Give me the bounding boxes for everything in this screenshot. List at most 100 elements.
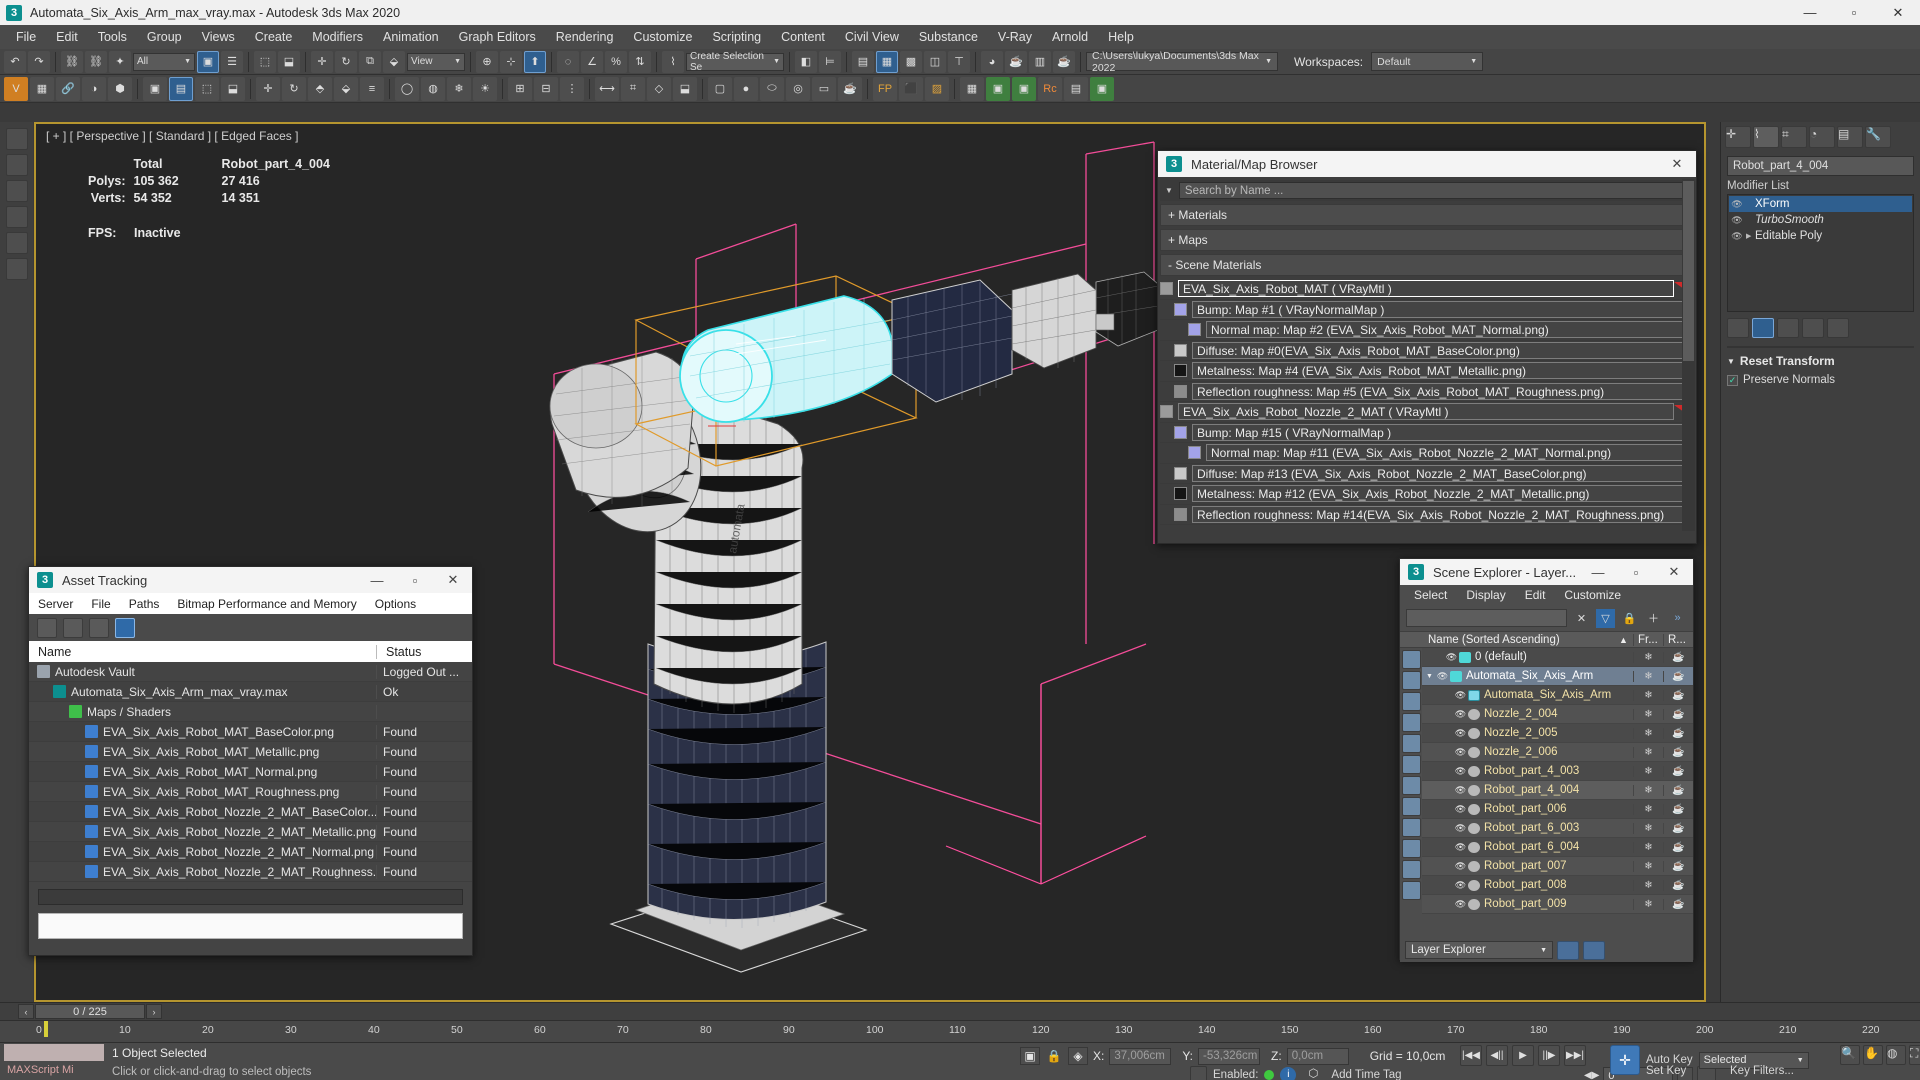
placement-tool-icon[interactable]: ⬙ [334, 76, 358, 101]
select-object-icon[interactable]: ▣ [197, 50, 219, 73]
column-name[interactable]: Name (Sorted Ascending) [1422, 634, 1619, 646]
selection-lock-region-icon[interactable]: ▣ [1020, 1047, 1040, 1065]
key-prev-next-icon[interactable]: ◀▶ [1584, 1070, 1599, 1080]
channel-info-icon[interactable]: ⌗ [621, 76, 645, 101]
select-object-tool-icon[interactable]: ▣ [143, 76, 167, 101]
more-options-icon[interactable]: » [1668, 609, 1687, 628]
grid-view-icon[interactable] [115, 617, 135, 638]
scene-explorer-row[interactable]: 👁 Robot_part_008 ❄ ☕ [1422, 876, 1693, 895]
snapshot-icon[interactable]: ⊟ [534, 76, 558, 101]
select-and-scale-icon[interactable]: ⧉ [359, 50, 381, 73]
percent-snap-icon[interactable]: % [605, 50, 627, 73]
material-row[interactable]: EVA_Six_Axis_Robot_MAT ( VRayMtl ) [1160, 279, 1694, 300]
close-button[interactable]: ✕ [1876, 0, 1920, 25]
scene-explorer-row[interactable]: 👁 Robot_part_006 ❄ ☕ [1422, 800, 1693, 819]
group-materials[interactable]: + Materials [1160, 204, 1694, 226]
eye-icon[interactable]: 👁 [1436, 671, 1449, 682]
eye-icon[interactable]: 👁 [1454, 728, 1467, 739]
frozen-toggle-icon[interactable]: ❄ [1633, 822, 1663, 834]
material-row[interactable]: Normal map: Map #2 (EVA_Six_Axis_Robot_M… [1160, 320, 1694, 341]
scene-explorer-row[interactable]: 👁 Robot_part_009 ❄ ☕ [1422, 895, 1693, 914]
fp-script-icon[interactable]: FP [873, 76, 897, 101]
renderable-toggle-icon[interactable]: ☕ [1663, 765, 1693, 777]
add-key-button[interactable]: ✛ [1610, 1045, 1640, 1075]
tab-create-icon[interactable]: ✛ [1725, 126, 1751, 148]
left-tool-5-icon[interactable] [5, 232, 28, 254]
go-to-start-button[interactable]: |◀◀ [1460, 1045, 1482, 1066]
frozen-toggle-icon[interactable]: ❄ [1633, 898, 1663, 910]
key-mode-icon[interactable] [1190, 1066, 1207, 1080]
cylinder-primitive-icon[interactable]: ⬭ [760, 76, 784, 101]
x-coordinate-field[interactable]: 37,006cm [1109, 1047, 1172, 1065]
se-menu-customize[interactable]: Customize [1564, 588, 1621, 602]
time-slider-marker[interactable] [44, 1021, 48, 1037]
menu-item-group[interactable]: Group [137, 25, 192, 49]
coordinate-system-dropdown[interactable]: View ▼ [407, 52, 465, 71]
modifier-stack-item[interactable]: 👁 ▶ Editable Poly [1729, 228, 1912, 244]
tab-modify-icon[interactable]: ⌇ [1753, 126, 1779, 148]
viewport-label[interactable]: [ + ] [ Perspective ] [ Standard ] [ Edg… [46, 129, 298, 143]
clear-search-icon[interactable]: ✕ [1572, 609, 1591, 628]
minimize-button[interactable]: — [1788, 0, 1832, 25]
scrollbar-thumb[interactable] [1683, 181, 1694, 361]
mirror-icon[interactable]: ◧ [795, 50, 817, 73]
maximize-button[interactable]: ▫ [1832, 0, 1876, 25]
menu-item-graph-editors[interactable]: Graph Editors [449, 25, 546, 49]
forest-pack-icon[interactable]: ⬛ [899, 76, 923, 101]
named-selection-set-dropdown[interactable]: Create Selection Se ▼ [686, 51, 784, 73]
eye-icon[interactable]: 👁 [1454, 766, 1467, 777]
modifier-stack-item[interactable]: 👁 XForm [1729, 196, 1912, 212]
list-view-icon[interactable] [63, 617, 83, 638]
asset-tracking-rows[interactable]: Autodesk Vault Logged Out ... Automata_Six… [29, 662, 472, 882]
scene-explorer-row[interactable]: ▼ 👁 Automata_Six_Axis_Arm ❄ ☕ [1422, 667, 1693, 686]
asset-row[interactable]: EVA_Six_Axis_Robot_MAT_Normal.png Found [29, 762, 472, 782]
lock-selection-icon[interactable]: 🔒 [1045, 1047, 1063, 1065]
crossing-selection-icon[interactable]: ⬚ [195, 76, 219, 101]
vray-asset-editor-icon[interactable]: ◑ [82, 76, 106, 101]
time-ruler[interactable]: 0 10 20 30 40 50 60 70 80 90 100 110 120 130 140 150 160… [0, 1020, 1920, 1042]
se-tool-copy-icon[interactable] [1401, 671, 1421, 690]
asset-row[interactable]: EVA_Six_Axis_Robot_MAT_Metallic.png Found [29, 742, 472, 762]
frozen-toggle-icon[interactable]: ❄ [1633, 746, 1663, 758]
menu-item-file[interactable]: File [6, 25, 46, 49]
material-row[interactable]: Bump: Map #15 ( VRayNormalMap ) [1160, 423, 1694, 443]
expand-arrow-icon[interactable]: ▶ [1746, 232, 1755, 240]
asset-menu-options[interactable]: Options [366, 597, 425, 611]
snap-toggle-icon[interactable]: ◌ [557, 50, 579, 73]
left-tool-4-icon[interactable] [5, 206, 28, 228]
thumbnail-view-icon[interactable] [89, 617, 109, 638]
asset-row[interactable]: EVA_Six_Axis_Robot_Nozzle_2_MAT_Metallic… [29, 822, 472, 842]
rc-script-icon[interactable]: Rc [1038, 76, 1062, 101]
material-browser-scrollbar[interactable] [1682, 179, 1695, 531]
edit-named-selection-sets-icon[interactable]: ⌇ [662, 50, 684, 73]
menu-item-arnold[interactable]: Arnold [1042, 25, 1098, 49]
move-tool-icon[interactable]: ✛ [256, 76, 280, 101]
menu-item-create[interactable]: Create [245, 25, 303, 49]
scene-explorer-icon[interactable]: ▦ [876, 50, 898, 73]
column-frozen[interactable]: Fr... [1633, 633, 1663, 646]
asset-row[interactable]: EVA_Six_Axis_Robot_Nozzle_2_MAT_BaseColo… [29, 802, 472, 822]
asset-row[interactable]: EVA_Six_Axis_Robot_Nozzle_2_MAT_Roughnes… [29, 862, 472, 882]
box-primitive-icon[interactable]: ▢ [708, 76, 732, 101]
menu-item-civil-view[interactable]: Civil View [835, 25, 909, 49]
material-row[interactable]: Diffuse: Map #13 (EVA_Six_Axis_Robot_Noz… [1160, 464, 1694, 484]
frozen-toggle-icon[interactable]: ❄ [1633, 860, 1663, 872]
torus-primitive-icon[interactable]: ◎ [786, 76, 810, 101]
se-tool-group-icon[interactable] [1401, 776, 1421, 795]
frozen-toggle-icon[interactable]: ❄ [1633, 670, 1663, 682]
material-row[interactable]: Metalness: Map #4 (EVA_Six_Axis_Robot_MA… [1160, 361, 1694, 382]
eye-icon[interactable]: 👁 [1731, 214, 1743, 226]
refresh-icon[interactable] [37, 617, 57, 638]
renderable-toggle-icon[interactable]: ☕ [1663, 879, 1693, 891]
column-status[interactable]: Status [377, 645, 472, 659]
select-by-name-icon[interactable]: ☰ [221, 50, 243, 73]
se-menu-display[interactable]: Display [1466, 588, 1505, 602]
spacing-tool-icon[interactable]: ⋮ [560, 76, 584, 101]
close-icon[interactable]: ✕ [1658, 151, 1696, 177]
frozen-toggle-icon[interactable]: ❄ [1633, 803, 1663, 815]
rail-clone-icon[interactable]: ▨ [925, 76, 949, 101]
vray-render-icon[interactable]: V [4, 76, 28, 101]
preserve-normals-checkbox[interactable]: ✓ Preserve Normals [1727, 374, 1914, 386]
unhide-all-icon[interactable]: ◍ [421, 76, 445, 101]
menu-item-modifiers[interactable]: Modifiers [302, 25, 373, 49]
